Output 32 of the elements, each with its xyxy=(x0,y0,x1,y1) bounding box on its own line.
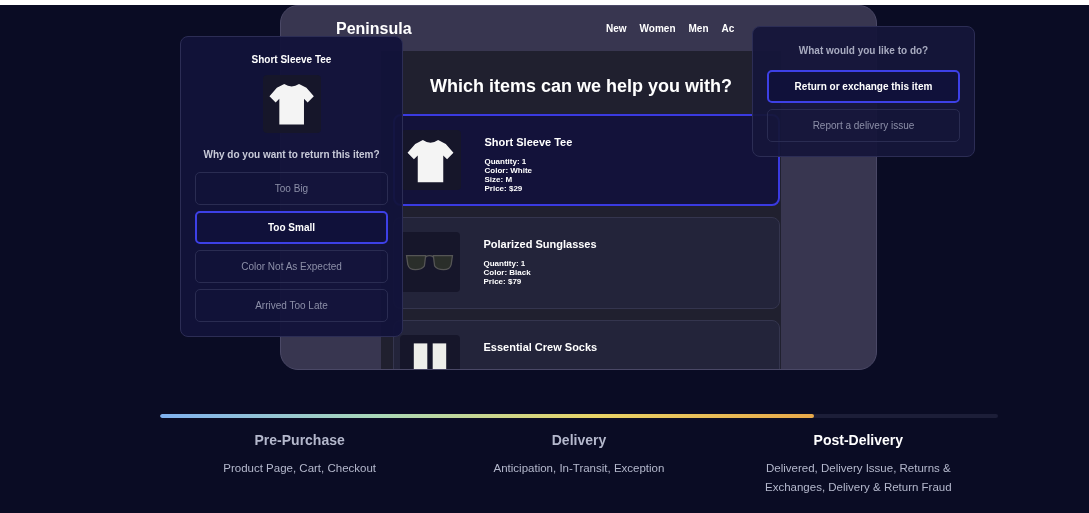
item-detail: Color: Black xyxy=(483,267,532,277)
item-name: Polarized Sunglasses xyxy=(483,237,597,252)
stage-description: Anticipation, In-Transit, Exception xyxy=(492,461,666,476)
option-button[interactable]: Arrived Too Late xyxy=(195,289,388,322)
item-name: Short Sleeve Tee xyxy=(484,135,573,150)
option-button[interactable]: Too Big xyxy=(195,172,388,205)
item-detail: Color: White xyxy=(484,165,534,175)
nav-link[interactable]: New xyxy=(606,21,627,36)
page-heading: Which items can we help you with? xyxy=(429,75,732,98)
nav-link[interactable]: Ac xyxy=(721,21,735,36)
item-detail: Size: M xyxy=(484,174,514,184)
item-detail: Price: $79 xyxy=(483,276,523,286)
stage-description: Product Page, Cart, Checkout xyxy=(222,461,378,476)
item-detail: Quantity: 1 xyxy=(483,258,526,268)
option-button[interactable]: Color Not As Expected xyxy=(195,250,388,283)
stage-title: Pre-Purchase xyxy=(254,431,345,450)
option-button[interactable]: Too Small xyxy=(195,211,388,244)
popup-title: Short Sleeve Tee xyxy=(251,53,332,67)
option-button[interactable]: Return or exchange this item xyxy=(767,70,960,103)
stage-description: Delivered, Delivery Issue, Returns & Exchanges, Delivery & Return Fraud xyxy=(764,461,953,495)
store-logo[interactable]: Peninsula xyxy=(336,19,412,37)
item-detail: Quantity: 1 xyxy=(484,156,527,166)
item-detail: Price: $29 xyxy=(484,183,524,193)
item-card[interactable]: Essential Crew Socks xyxy=(392,320,780,369)
stage-title: Delivery xyxy=(551,431,607,450)
nav-link[interactable]: Men xyxy=(688,21,709,36)
nav-link[interactable]: Women xyxy=(639,21,676,36)
stage-title: Post-Delivery xyxy=(813,431,904,450)
popup-question: Why do you want to return this item? xyxy=(203,148,380,162)
option-button[interactable]: Report a delivery issue xyxy=(767,109,960,142)
item-name: Essential Crew Socks xyxy=(483,340,598,355)
popup-question: What would you like to do? xyxy=(798,44,929,58)
